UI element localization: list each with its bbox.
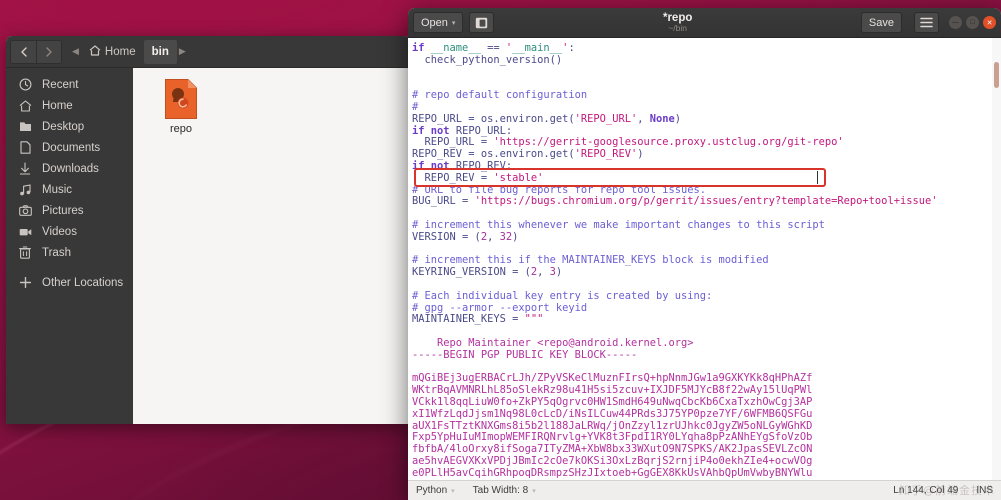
file-manager-header: ◀ Home bin ▶ — [6, 36, 410, 68]
file-manager-sidebar: Recent Home Desktop Documents Downloads … — [6, 68, 133, 424]
sidebar-label-home: Home — [42, 99, 73, 112]
sidebar-item-desktop[interactable]: Desktop — [6, 116, 133, 137]
sidebar-item-music[interactable]: Music — [6, 179, 133, 200]
insert-mode-indicator: INS — [976, 485, 993, 496]
chevron-right-icon — [46, 46, 52, 57]
gedit-editor-area[interactable]: if __name__ == '__main__': check_python_… — [408, 38, 1001, 480]
open-button[interactable]: Open ▾ — [413, 12, 464, 33]
breadcrumb-label-bin: bin — [151, 45, 169, 58]
sidebar-label-pictures: Pictures — [42, 204, 84, 217]
code-text[interactable]: if __name__ == '__main__': check_python_… — [408, 38, 1001, 480]
tab-width-selector[interactable]: Tab Width: 8 ▾ — [473, 485, 536, 496]
gedit-title-block: *repo ~/bin — [494, 12, 860, 34]
music-note-icon — [18, 183, 32, 197]
home-icon — [18, 99, 32, 113]
video-camera-icon — [18, 225, 32, 239]
chevron-down-icon: ▾ — [451, 487, 455, 495]
breadcrumb-prev-icon[interactable]: ◀ — [70, 46, 81, 57]
chevron-left-icon — [20, 46, 27, 57]
gedit-titlebar: Open ▾ *repo ~/bin Save — □ ✕ — [408, 8, 1001, 38]
sidebar-label-videos: Videos — [42, 225, 77, 238]
maximize-button[interactable]: □ — [966, 16, 979, 29]
file-label-repo: repo — [169, 123, 193, 135]
document-icon — [18, 141, 32, 155]
sidebar-label-trash: Trash — [42, 246, 71, 259]
breadcrumb-label-home: Home — [104, 45, 136, 58]
forward-button[interactable] — [36, 39, 62, 64]
gedit-header-right: Save — □ ✕ — [860, 12, 996, 33]
sidebar-item-other-locations[interactable]: Other Locations — [6, 272, 133, 293]
sidebar-item-documents[interactable]: Documents — [6, 137, 133, 158]
camera-icon — [18, 204, 32, 218]
editor-scrollbar[interactable] — [992, 38, 1001, 480]
sidebar-label-other-locations: Other Locations — [42, 276, 124, 289]
breadcrumb: ◀ Home bin ▶ — [70, 39, 188, 64]
back-button[interactable] — [10, 39, 36, 64]
file-manager-window: ◀ Home bin ▶ Recent Home Desktop Documen… — [6, 36, 410, 424]
file-manager-content: repo — [133, 68, 410, 424]
tab-width-label: Tab Width: 8 — [472, 485, 529, 496]
save-button[interactable]: Save — [860, 12, 902, 33]
cursor-position: Ln 144, Col 49 — [893, 485, 959, 496]
text-caret — [817, 171, 818, 184]
download-arrow-icon — [18, 162, 32, 176]
sidebar-label-documents: Documents — [42, 141, 101, 154]
file-item-repo[interactable]: repo — [147, 78, 215, 135]
open-button-label: Open — [421, 16, 448, 29]
language-selector[interactable]: Python ▾ — [416, 485, 455, 496]
document-sidebar-icon — [476, 17, 488, 28]
window-controls: — □ ✕ — [949, 16, 996, 29]
trash-icon — [18, 246, 32, 260]
gedit-statusbar: Python ▾ Tab Width: 8 ▾ Ln 144, Col 49 I… — [408, 480, 1001, 500]
sidebar-label-recent: Recent — [42, 78, 79, 91]
sidebar-toggle-button[interactable] — [469, 12, 495, 33]
script-file-icon — [164, 78, 198, 120]
sidebar-label-downloads: Downloads — [42, 162, 99, 175]
hamburger-menu-icon — [920, 17, 933, 28]
chevron-down-icon: ▾ — [451, 19, 456, 27]
clock-icon — [18, 78, 32, 92]
sidebar-label-music: Music — [42, 183, 73, 196]
gedit-window: Open ▾ *repo ~/bin Save — □ ✕ if __name_… — [408, 8, 1001, 500]
breadcrumb-item-home[interactable]: Home — [81, 40, 144, 64]
home-icon — [89, 44, 101, 59]
language-label: Python — [416, 485, 448, 496]
sidebar-item-home[interactable]: Home — [6, 95, 133, 116]
save-button-label: Save — [868, 16, 894, 29]
close-button[interactable]: ✕ — [983, 16, 996, 29]
chevron-down-icon: ▾ — [532, 487, 536, 495]
sidebar-item-trash[interactable]: Trash — [6, 242, 133, 263]
desktop-folder-icon — [18, 120, 32, 134]
sidebar-item-videos[interactable]: Videos — [6, 221, 133, 242]
minimize-button[interactable]: — — [949, 16, 962, 29]
plus-icon — [18, 276, 32, 290]
file-manager-body: Recent Home Desktop Documents Downloads … — [6, 68, 410, 424]
breadcrumb-next-icon[interactable]: ▶ — [177, 46, 188, 57]
sidebar-item-downloads[interactable]: Downloads — [6, 158, 133, 179]
sidebar-item-recent[interactable]: Recent — [6, 74, 133, 95]
page-subtitle: ~/bin — [668, 23, 688, 34]
sidebar-item-pictures[interactable]: Pictures — [6, 200, 133, 221]
sidebar-label-desktop: Desktop — [42, 120, 85, 133]
menu-button[interactable] — [914, 12, 939, 33]
sidebar-divider — [6, 263, 133, 272]
breadcrumb-item-bin[interactable]: bin — [143, 39, 177, 64]
editor-scrollbar-thumb[interactable] — [994, 62, 999, 88]
